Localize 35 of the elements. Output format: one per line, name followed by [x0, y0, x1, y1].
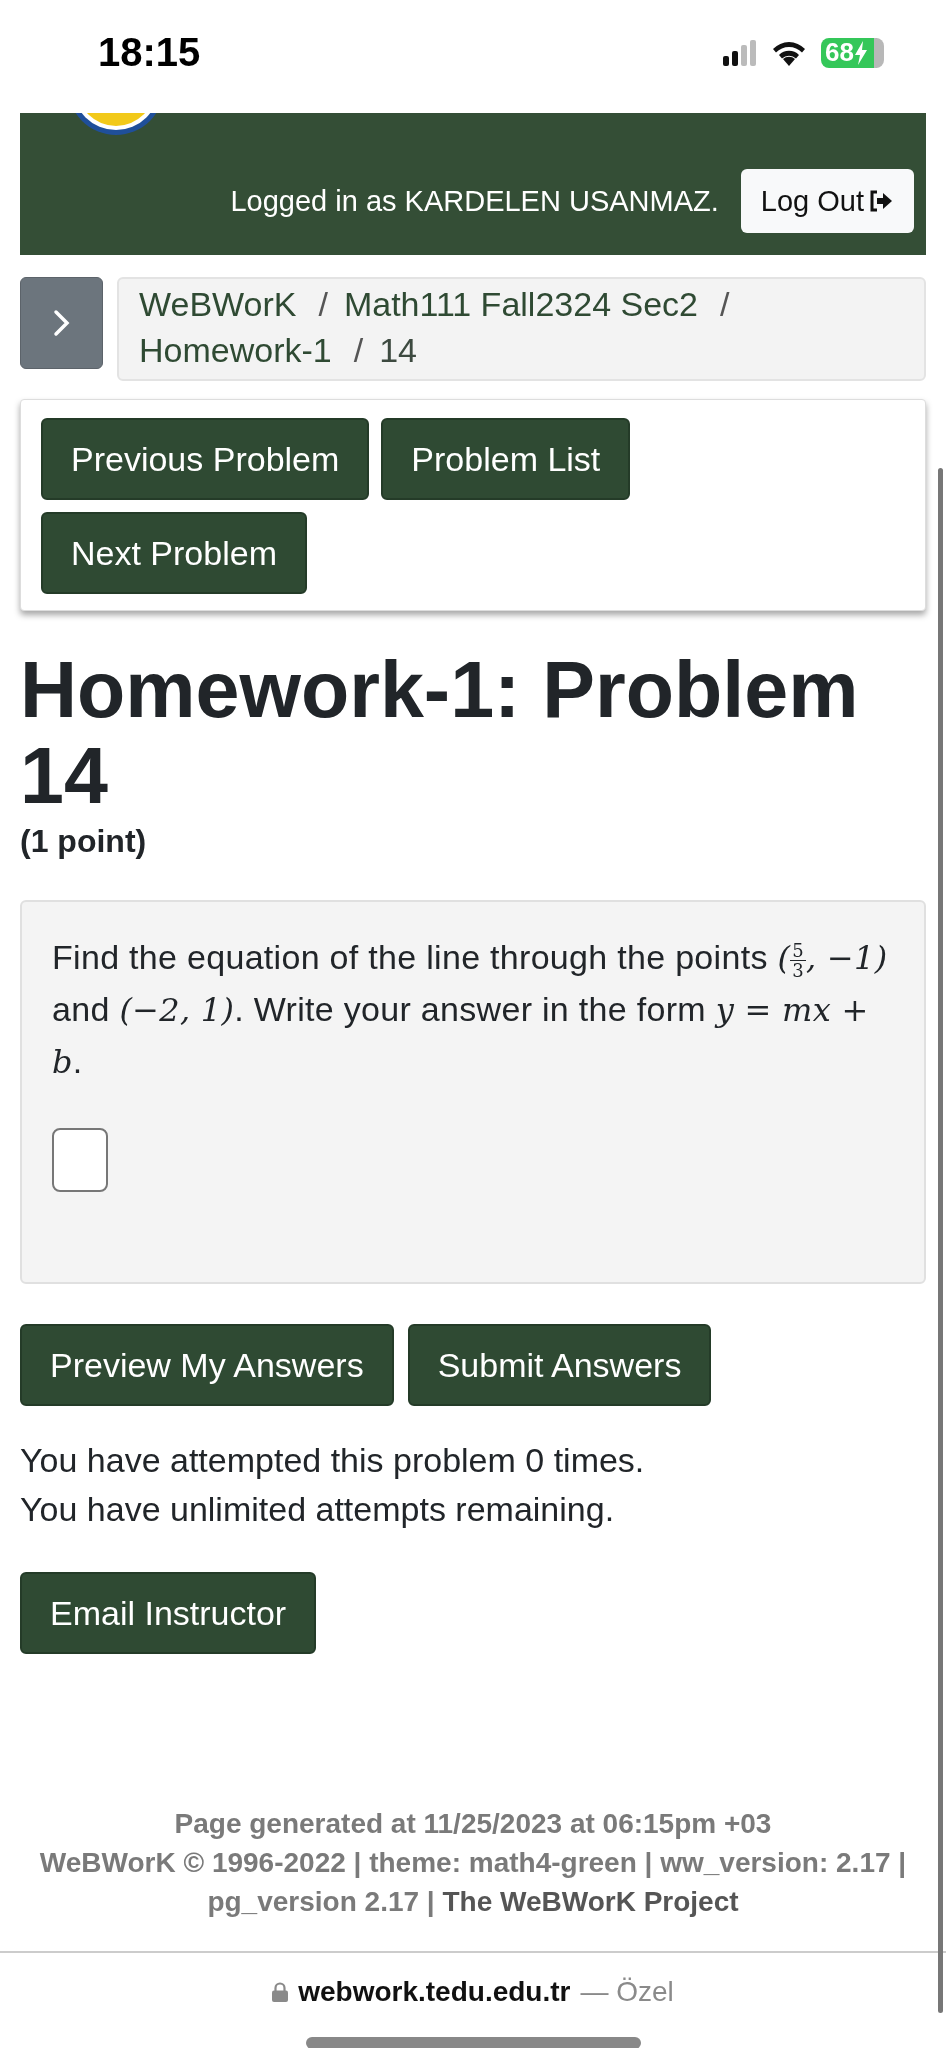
attempts-text: You have attempted this problem 0 times.	[20, 1440, 646, 1481]
answer-box[interactable]	[52, 1128, 108, 1192]
clock-time: 18:15	[98, 30, 201, 75]
breadcrumb-link[interactable]: WeBWorK	[139, 281, 297, 327]
log-out-button[interactable]: Log Out	[740, 169, 914, 233]
nav-button[interactable]: Next Problem	[41, 512, 307, 594]
breadcrumb-separator: /	[720, 284, 730, 325]
log-out-icon	[868, 189, 894, 213]
footer-text: WeBWorK © 1996-2022 | theme: math4-green | ww_version: 2.17 |	[39, 1847, 907, 1878]
breadcrumb-link[interactable]: Math111 Fall2324 Sec2	[343, 281, 698, 327]
breadcrumb-link[interactable]: Homework-1	[139, 327, 332, 373]
battery-icon: 68	[821, 37, 884, 68]
page-generated-text: Page generated at 11/25/2023 at 06:15pm +03	[173, 1807, 773, 1841]
answer-button[interactable]: Submit Answers	[407, 1324, 712, 1406]
attempts-text: You have unlimited attempts remaining.	[20, 1489, 616, 1530]
sidebar-toggle-button[interactable]	[20, 277, 103, 369]
page-title: Homework-1: Problem 14	[20, 647, 860, 819]
answer-button[interactable]: Preview My Answers	[20, 1324, 394, 1406]
breadcrumb-separator: /	[318, 284, 328, 325]
signal-icon	[723, 39, 758, 66]
lock-icon	[272, 1982, 289, 2002]
logged-in-text: Logged in as KARDELEN USANMAZ.	[230, 184, 719, 218]
footer-text: pg_version 2.17 |	[207, 1886, 435, 1917]
scrollbar[interactable]	[938, 468, 943, 2013]
breadcrumb-separator: /	[353, 330, 364, 371]
points-text: (1 point)	[20, 823, 148, 860]
breadcrumb-current: 14	[379, 330, 417, 371]
project-link[interactable]: The WeBWorK Project	[442, 1886, 739, 1917]
wifi-icon	[771, 39, 808, 66]
url-suffix: — Özel	[580, 1976, 674, 2008]
chevron-right-icon	[51, 308, 72, 338]
url-domain[interactable]: webwork.tedu.edu.tr	[298, 1976, 571, 2008]
nav-button[interactable]: Previous Problem	[41, 418, 370, 500]
email-instructor-button[interactable]: Email Instructor	[20, 1572, 317, 1654]
nav-button[interactable]: Problem List	[381, 418, 631, 500]
